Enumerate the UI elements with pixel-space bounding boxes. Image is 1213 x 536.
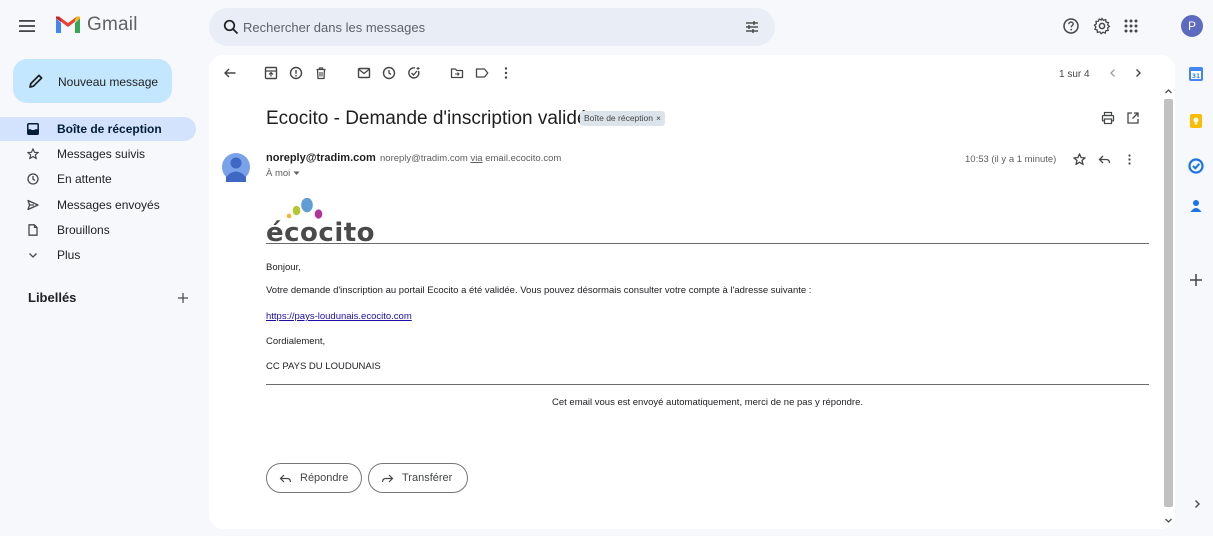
report-spam-icon[interactable] <box>289 66 303 80</box>
gmail-wordmark: Gmail <box>87 14 138 35</box>
sidebar-item-label: Messages suivis <box>57 147 146 161</box>
forward-button[interactable]: Transférer <box>368 463 468 493</box>
via-label[interactable]: via <box>470 153 482 164</box>
inbox-icon <box>27 123 39 135</box>
email-scrollbar[interactable] <box>1162 85 1175 529</box>
account-avatar[interactable]: P <box>1181 15 1203 37</box>
footer-divider <box>266 384 1149 385</box>
ecocito-logo: écocito <box>266 198 375 244</box>
closing-text: Cordialement, <box>266 336 326 347</box>
remove-label-icon[interactable]: × <box>656 113 661 123</box>
scrollbar-thumb[interactable] <box>1164 99 1173 507</box>
reply-label: Répondre <box>300 472 349 484</box>
star-message-icon[interactable] <box>1073 153 1086 166</box>
search-icon[interactable] <box>223 19 239 35</box>
add-addon-icon[interactable] <box>1188 272 1204 288</box>
forward-icon <box>381 474 394 482</box>
label-chip-text: Boîte de réception <box>584 113 653 123</box>
more-options-icon[interactable] <box>499 66 513 80</box>
delete-icon[interactable] <box>314 66 328 80</box>
scroll-down-icon[interactable] <box>1164 517 1173 524</box>
header-divider <box>266 243 1149 244</box>
settings-icon[interactable] <box>1093 17 1111 35</box>
auto-email-notice: Cet email vous est envoyé automatiquemen… <box>551 397 864 408</box>
sender-avatar-icon[interactable] <box>222 152 250 182</box>
help-icon[interactable] <box>1062 17 1080 35</box>
sidebar-item-label: En attente <box>57 172 112 186</box>
search-bar[interactable]: Rechercher dans les messages <box>209 8 775 46</box>
sidebar-item-snoozed[interactable]: En attente <box>0 167 196 191</box>
sidebar-item-label: Messages envoyés <box>57 198 160 212</box>
sender-email: noreply@tradim.com <box>380 153 468 164</box>
move-to-icon[interactable] <box>450 66 464 80</box>
star-icon <box>27 148 39 160</box>
expand-panel-icon[interactable] <box>1191 497 1203 511</box>
email-view: 1 sur 4 Ecocito - Demande d'inscription … <box>209 55 1175 529</box>
compose-button[interactable]: Nouveau message <box>13 59 172 103</box>
sidebar-item-sent[interactable]: Messages envoyés <box>0 193 196 217</box>
greeting-text: Bonjour, <box>266 262 301 273</box>
snooze-icon[interactable] <box>382 66 396 80</box>
open-new-window-icon[interactable] <box>1126 111 1140 125</box>
add-task-icon[interactable] <box>407 66 421 80</box>
search-options-icon[interactable] <box>744 19 760 35</box>
labels-heading: Libellés <box>28 290 77 305</box>
ecocito-wordmark: écocito <box>266 218 375 244</box>
contacts-icon[interactable] <box>1188 198 1204 214</box>
pagination-count: 1 sur 4 <box>1059 69 1090 80</box>
recipient-label: À moi <box>266 168 291 179</box>
sidebar-item-inbox[interactable]: Boîte de réception <box>0 117 196 141</box>
message-more-icon[interactable] <box>1123 153 1136 166</box>
gmail-logo[interactable]: Gmail <box>55 14 138 36</box>
email-subject: Ecocito - Demande d'inscription validée <box>266 108 599 129</box>
label-icon[interactable] <box>475 66 489 80</box>
sidebar-item-label: Plus <box>57 248 81 262</box>
reply-button[interactable]: Répondre <box>266 463 362 493</box>
mark-unread-icon[interactable] <box>357 66 371 80</box>
tasks-icon[interactable] <box>1188 158 1204 174</box>
top-bar: Gmail Rechercher dans les messages P <box>0 0 1213 52</box>
print-icon[interactable] <box>1101 111 1115 125</box>
chevron-down-icon <box>29 253 37 258</box>
add-label-icon[interactable] <box>177 292 189 304</box>
svg-text:31: 31 <box>1192 73 1200 80</box>
keep-icon[interactable] <box>1188 113 1204 129</box>
sidebar-item-starred[interactable]: Messages suivis <box>0 142 196 166</box>
email-timestamp: 10:53 (il y a 1 minute) <box>965 154 1057 165</box>
via-domain: email.ecocito.com <box>485 153 562 164</box>
recipient-details[interactable]: À moi <box>266 168 300 179</box>
inbox-label-chip[interactable]: Boîte de réception × <box>580 111 665 126</box>
message-text: Votre demande d'inscription au portail E… <box>266 285 812 296</box>
sender-address: noreply@tradim.com via email.ecocito.com <box>380 153 561 164</box>
portal-link[interactable]: https://pays-loudunais.ecocito.com <box>266 311 412 322</box>
archive-icon[interactable] <box>264 66 278 80</box>
sidebar-item-drafts[interactable]: Brouillons <box>0 218 196 242</box>
send-icon <box>27 199 39 211</box>
newer-chevron-icon[interactable] <box>1107 66 1119 80</box>
gmail-m-icon <box>56 16 80 33</box>
forward-label: Transférer <box>402 472 453 484</box>
reply-icon[interactable] <box>1098 153 1111 166</box>
compose-label: Nouveau message <box>58 75 159 89</box>
pencil-icon <box>29 74 43 88</box>
reply-icon <box>279 474 292 482</box>
main-menu-icon[interactable] <box>17 16 37 36</box>
sidebar-item-label: Brouillons <box>57 223 110 237</box>
scroll-up-icon[interactable] <box>1164 88 1173 95</box>
back-arrow-icon[interactable] <box>223 66 237 80</box>
older-chevron-icon[interactable] <box>1132 66 1144 80</box>
calendar-icon[interactable]: 31 <box>1188 66 1204 82</box>
sender-name[interactable]: noreply@tradim.com <box>266 152 376 164</box>
search-input[interactable]: Rechercher dans les messages <box>243 20 425 35</box>
clock-icon <box>27 173 39 185</box>
sidebar-item-more[interactable]: Plus <box>0 243 196 267</box>
signature-text: CC PAYS DU LOUDUNAIS <box>266 361 381 372</box>
apps-grid-icon[interactable] <box>1122 17 1140 35</box>
caret-down-icon[interactable] <box>293 171 300 176</box>
draft-icon <box>28 224 38 236</box>
sidebar-item-label: Boîte de réception <box>57 122 162 136</box>
